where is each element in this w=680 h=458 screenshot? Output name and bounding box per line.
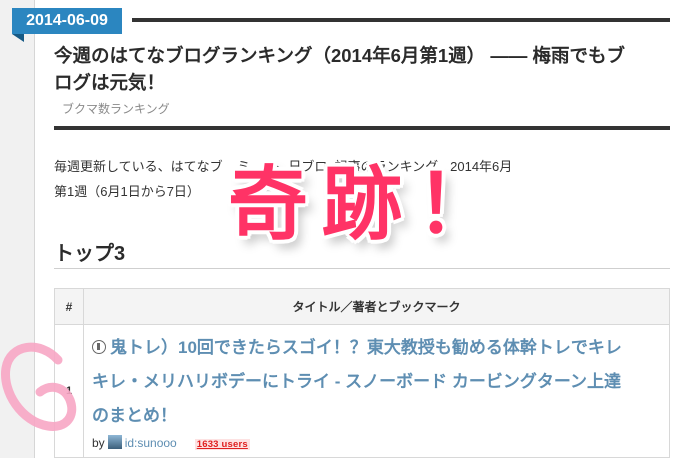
table-header-row: # タイトル／著者とブックマーク: [54, 288, 670, 325]
entry-title-link[interactable]: 鬼トレ）10回できたらスゴイ！？東大教授も勧める体幹トレでキレ キレ・メリハリボ…: [92, 331, 661, 433]
entry-title-line-3[interactable]: のまとめ！: [92, 399, 661, 433]
site-favicon-icon: [92, 340, 106, 354]
section-heading: トップ3: [54, 243, 126, 265]
category-link[interactable]: ブクマ数ランキング: [62, 100, 170, 117]
header-divider: [132, 18, 670, 22]
table-row: 1 鬼トレ）10回できたらスゴイ！？東大教授も勧める体幹トレでキレ キレ・メリハ…: [54, 324, 670, 458]
date-badge: 2014-06-09: [12, 8, 122, 42]
entry-cell: 鬼トレ）10回できたらスゴイ！？東大教授も勧める体幹トレでキレ キレ・メリハリボ…: [83, 324, 670, 458]
bookmark-count-badge[interactable]: 1633 users: [194, 439, 250, 450]
entry-title-line-2[interactable]: キレ・メリハリボデーにトライ - スノーボード カービングターン上達: [92, 365, 661, 399]
post-title-line-1[interactable]: 今週のはてなブログランキング（2014年6月第1週） —— 梅雨でもブ: [54, 42, 666, 69]
entry-title-text[interactable]: 鬼トレ）10回できたらスゴイ！？東大教授も勧める体幹トレでキレ: [110, 338, 622, 357]
entry-title-line-1[interactable]: 鬼トレ）10回できたらスゴイ！？東大教授も勧める体幹トレでキレ: [92, 331, 661, 365]
title-divider: [54, 126, 670, 130]
author-link[interactable]: id:sunooo: [125, 436, 177, 450]
column-header-title: タイトル／著者とブックマーク: [83, 288, 670, 325]
miracle-stamp-overlay: 奇跡！: [228, 158, 510, 251]
section-divider: [54, 268, 670, 269]
ranking-table: # タイトル／著者とブックマーク 1 鬼トレ）10回できたらスゴイ！？東大教授も…: [54, 288, 670, 458]
scribble-stroke: [1, 342, 77, 431]
column-header-number: #: [54, 288, 84, 325]
by-label: by: [92, 436, 105, 450]
post-title-line-2[interactable]: ログは元気！: [54, 69, 666, 96]
circle-scribble-annotation: [1, 342, 77, 431]
byline: by id:sunooo 1633 users: [92, 435, 661, 450]
post-title[interactable]: 今週のはてなブログランキング（2014年6月第1週） —— 梅雨でもブ ログは元…: [54, 42, 666, 96]
author-avatar[interactable]: [107, 435, 122, 449]
